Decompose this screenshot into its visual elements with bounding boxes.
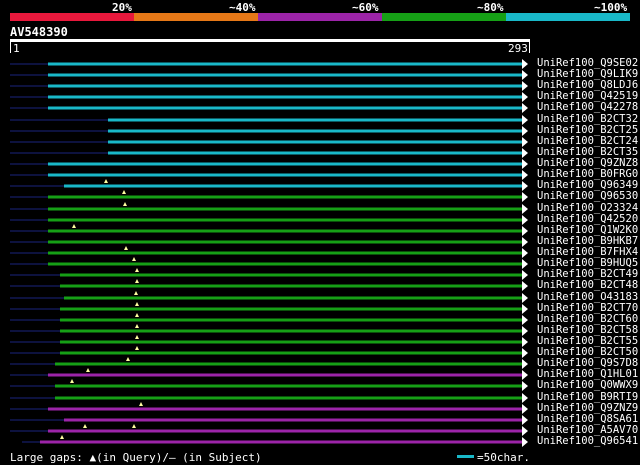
hit-arrow-icon <box>522 370 528 380</box>
query-gap-icon <box>104 179 108 183</box>
hit-bar <box>60 307 522 311</box>
hit-bar <box>48 62 522 66</box>
hit-arrow-icon <box>522 170 528 180</box>
hit-arrow-icon <box>522 415 528 425</box>
query-gap-icon <box>83 424 87 428</box>
hit-arrow-icon <box>522 326 528 336</box>
query-gap-icon <box>126 357 130 361</box>
hit-arrow-icon <box>522 115 528 125</box>
hit-bar <box>48 195 522 199</box>
query-gap-icon <box>86 368 90 372</box>
query-gap-icon <box>124 246 128 250</box>
query-gap-icon <box>70 379 74 383</box>
hit-arrow-icon <box>522 337 528 347</box>
hit-arrow-icon <box>522 81 528 91</box>
hit-bar <box>48 207 522 211</box>
hit-link[interactable]: UniRef100_Q96541 <box>537 436 638 447</box>
query-gap-icon <box>135 335 139 339</box>
query-gap-icon <box>132 424 136 428</box>
hit-bar <box>48 373 522 377</box>
hit-bar <box>64 418 522 422</box>
hit-bar <box>108 118 522 122</box>
hit-link[interactable]: UniRef100_Q96530 <box>537 191 638 202</box>
hit-arrow-icon <box>522 259 528 269</box>
hit-arrow-icon <box>522 181 528 191</box>
hit-arrow-icon <box>522 103 528 113</box>
hit-bar <box>48 251 522 255</box>
hit-bar <box>40 440 522 444</box>
hit-arrow-icon <box>522 426 528 436</box>
query-gap-icon <box>135 324 139 328</box>
query-gap-icon <box>123 202 127 206</box>
hit-bar <box>48 218 522 222</box>
hit-arrow-icon <box>522 381 528 391</box>
hit-bar <box>48 162 522 166</box>
scale-swatch <box>457 455 474 458</box>
hit-bar <box>60 284 522 288</box>
hit-arrow-icon <box>522 248 528 258</box>
hit-arrow-icon <box>522 137 528 147</box>
hit-arrow-icon <box>522 437 528 447</box>
query-gap-icon <box>72 224 76 228</box>
hit-link[interactable]: UniRef100_B2CT48 <box>537 280 638 291</box>
hit-arrow-icon <box>522 192 528 202</box>
hit-arrow-icon <box>522 348 528 358</box>
query-gap-icon <box>135 313 139 317</box>
hit-link[interactable]: UniRef100_Q42278 <box>537 102 638 113</box>
query-gap-icon <box>132 257 136 261</box>
hit-arrow-icon <box>522 92 528 102</box>
hit-bar <box>108 140 522 144</box>
hit-arrow-icon <box>522 148 528 158</box>
hit-bar <box>48 229 522 233</box>
hit-bar <box>60 318 522 322</box>
query-gap-icon <box>135 268 139 272</box>
hit-arrow-icon <box>522 226 528 236</box>
hit-arrow-icon <box>522 359 528 369</box>
hit-arrow-icon <box>522 126 528 136</box>
hit-bar <box>48 173 522 177</box>
hit-bar <box>48 262 522 266</box>
hit-bar <box>48 84 522 88</box>
hit-arrow-icon <box>522 159 528 169</box>
hit-bar <box>48 240 522 244</box>
hit-bar <box>60 351 522 355</box>
hit-bar <box>48 429 522 433</box>
scale-text: =50char. <box>477 451 530 464</box>
hit-arrow-icon <box>522 237 528 247</box>
hit-bar <box>48 106 522 110</box>
query-gap-icon <box>135 346 139 350</box>
hit-bar <box>64 296 522 300</box>
hit-arrow-icon <box>522 270 528 280</box>
hit-arrow-icon <box>522 204 528 214</box>
hit-link[interactable]: UniRef100_Q0WWX9 <box>537 380 638 391</box>
hit-arrow-icon <box>522 404 528 414</box>
hit-arrow-icon <box>522 293 528 303</box>
hit-bar <box>55 396 522 400</box>
hit-arrow-icon <box>522 315 528 325</box>
hit-bar <box>48 73 522 77</box>
gap-legend-text: Large gaps: ▲(in Query)/– (in Subject) <box>10 451 262 464</box>
query-gap-icon <box>134 291 138 295</box>
hit-bar <box>55 362 522 366</box>
hit-bar <box>108 151 522 155</box>
hit-arrow-icon <box>522 59 528 69</box>
hit-bar <box>64 184 522 188</box>
hit-bar <box>55 384 522 388</box>
query-gap-icon <box>139 402 143 406</box>
hit-bar <box>60 340 522 344</box>
hit-bar <box>48 95 522 99</box>
hit-arrow-icon <box>522 304 528 314</box>
hit-bar <box>48 407 522 411</box>
query-gap-icon <box>122 190 126 194</box>
query-gap-icon <box>135 279 139 283</box>
query-gap-icon <box>135 302 139 306</box>
hit-bar <box>60 329 522 333</box>
hit-bar <box>60 273 522 277</box>
hit-arrow-icon <box>522 281 528 291</box>
hit-arrow-icon <box>522 70 528 80</box>
query-gap-icon <box>60 435 64 439</box>
hit-arrow-icon <box>522 393 528 403</box>
hit-bar <box>108 129 522 133</box>
hit-arrow-icon <box>522 215 528 225</box>
